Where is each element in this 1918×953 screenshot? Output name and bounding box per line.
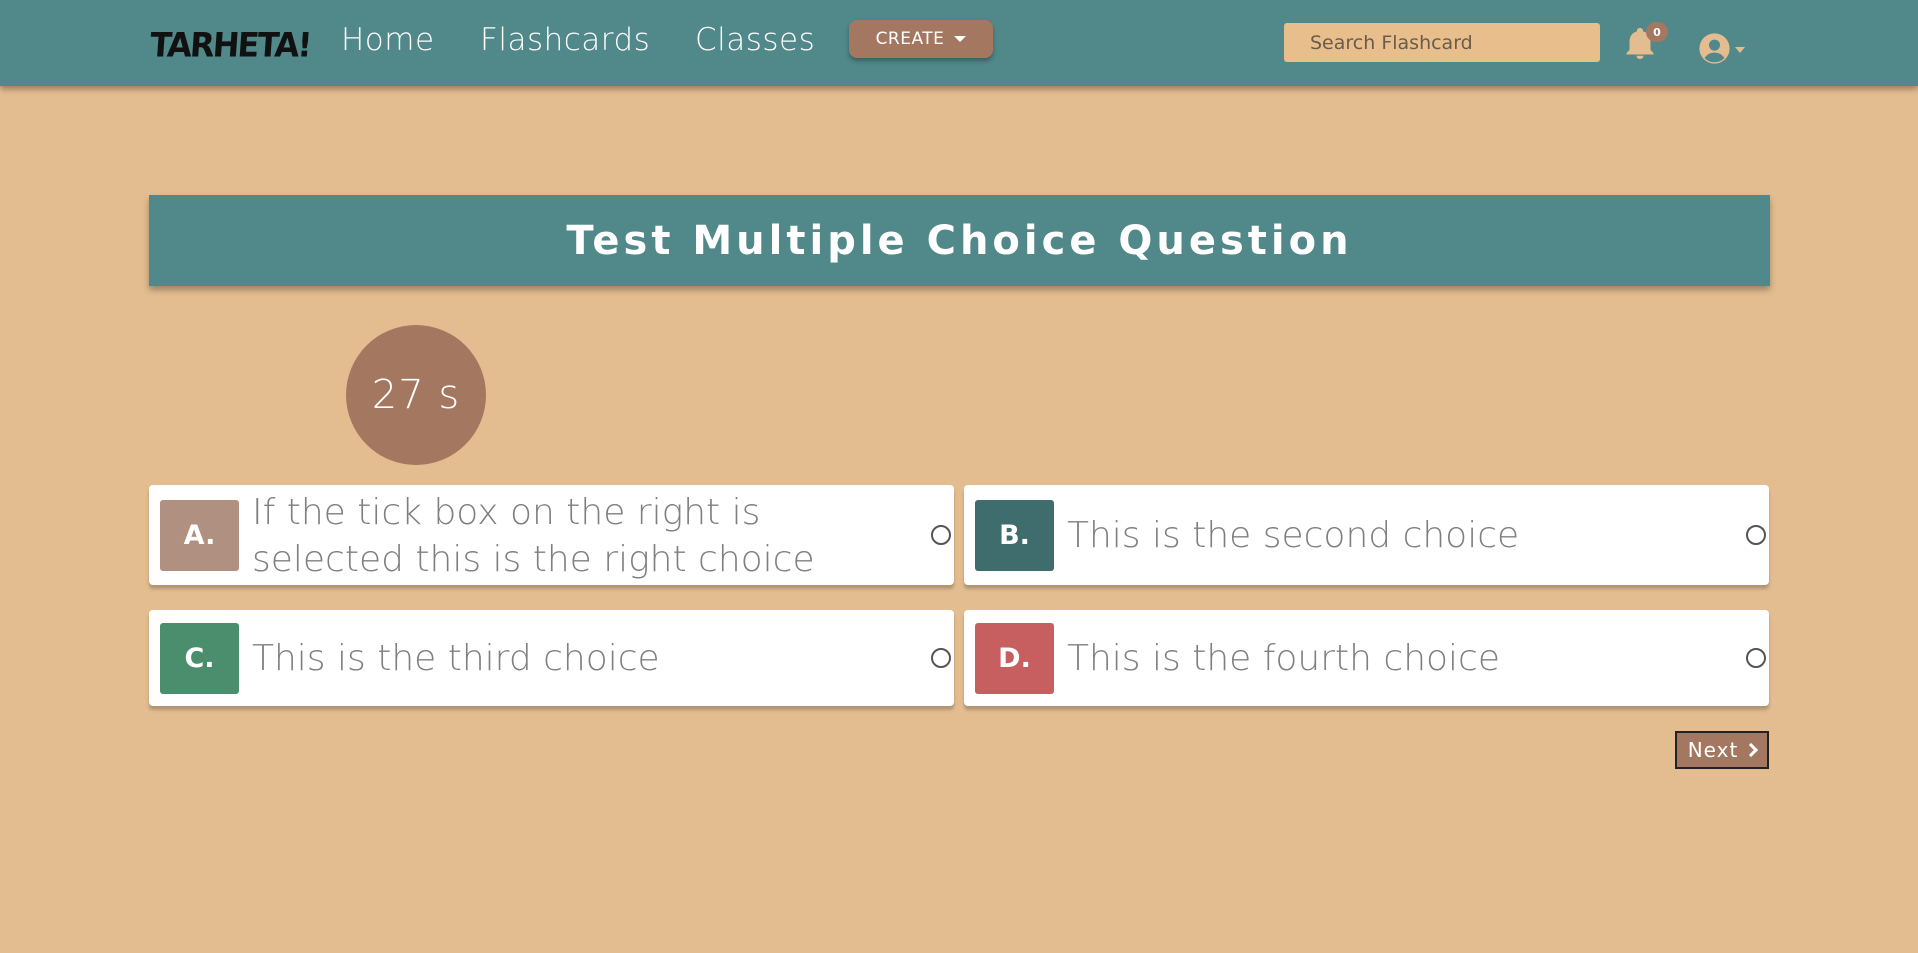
choice-a[interactable]: A. If the tick box on the right is selec… [149, 485, 954, 585]
choice-radio-d[interactable] [1746, 648, 1766, 668]
nav-link-flashcards[interactable]: Flashcards [480, 22, 650, 58]
nav-link-classes[interactable]: Classes [695, 22, 815, 58]
choice-b[interactable]: B. This is the second choice [964, 485, 1769, 585]
logo[interactable]: TARHETA! [149, 25, 312, 65]
choice-text-b: This is the second choice [1067, 515, 1520, 556]
choice-letter-d: D. [975, 623, 1054, 694]
user-menu[interactable] [1698, 31, 1758, 65]
next-label: Next [1687, 738, 1739, 762]
countdown-timer: 27 s [346, 325, 486, 465]
user-avatar-icon [1699, 32, 1730, 64]
chevron-down-icon [1735, 47, 1745, 53]
choice-d[interactable]: D. This is the fourth choice [964, 610, 1769, 706]
nav-link-home[interactable]: Home [341, 22, 435, 58]
choice-text-a: If the tick box on the right is selected… [252, 492, 815, 580]
chevron-down-icon [954, 36, 967, 42]
choice-letter-b: B. [975, 500, 1054, 571]
question-title: Test Multiple Choice Question [566, 217, 1353, 264]
chevron-right-icon [1744, 742, 1759, 758]
choice-letter-a: A. [160, 500, 239, 571]
create-label: CREATE [875, 29, 945, 49]
create-dropdown-button[interactable]: CREATE [849, 20, 993, 58]
notification-badge: 0 [1646, 22, 1668, 42]
choice-radio-c[interactable] [931, 648, 951, 668]
choice-text-c: This is the third choice [252, 638, 660, 679]
next-button[interactable]: Next [1675, 731, 1769, 769]
choice-radio-a[interactable] [931, 525, 951, 545]
choice-c[interactable]: C. This is the third choice [149, 610, 954, 706]
navbar: TARHETA! Home Flashcards Classes CREATE … [0, 0, 1918, 86]
choice-radio-b[interactable] [1746, 525, 1766, 545]
choice-letter-c: C. [160, 623, 239, 694]
search-input[interactable] [1284, 23, 1600, 62]
question-banner: Test Multiple Choice Question [149, 195, 1770, 286]
choice-text-d: This is the fourth choice [1067, 638, 1501, 679]
